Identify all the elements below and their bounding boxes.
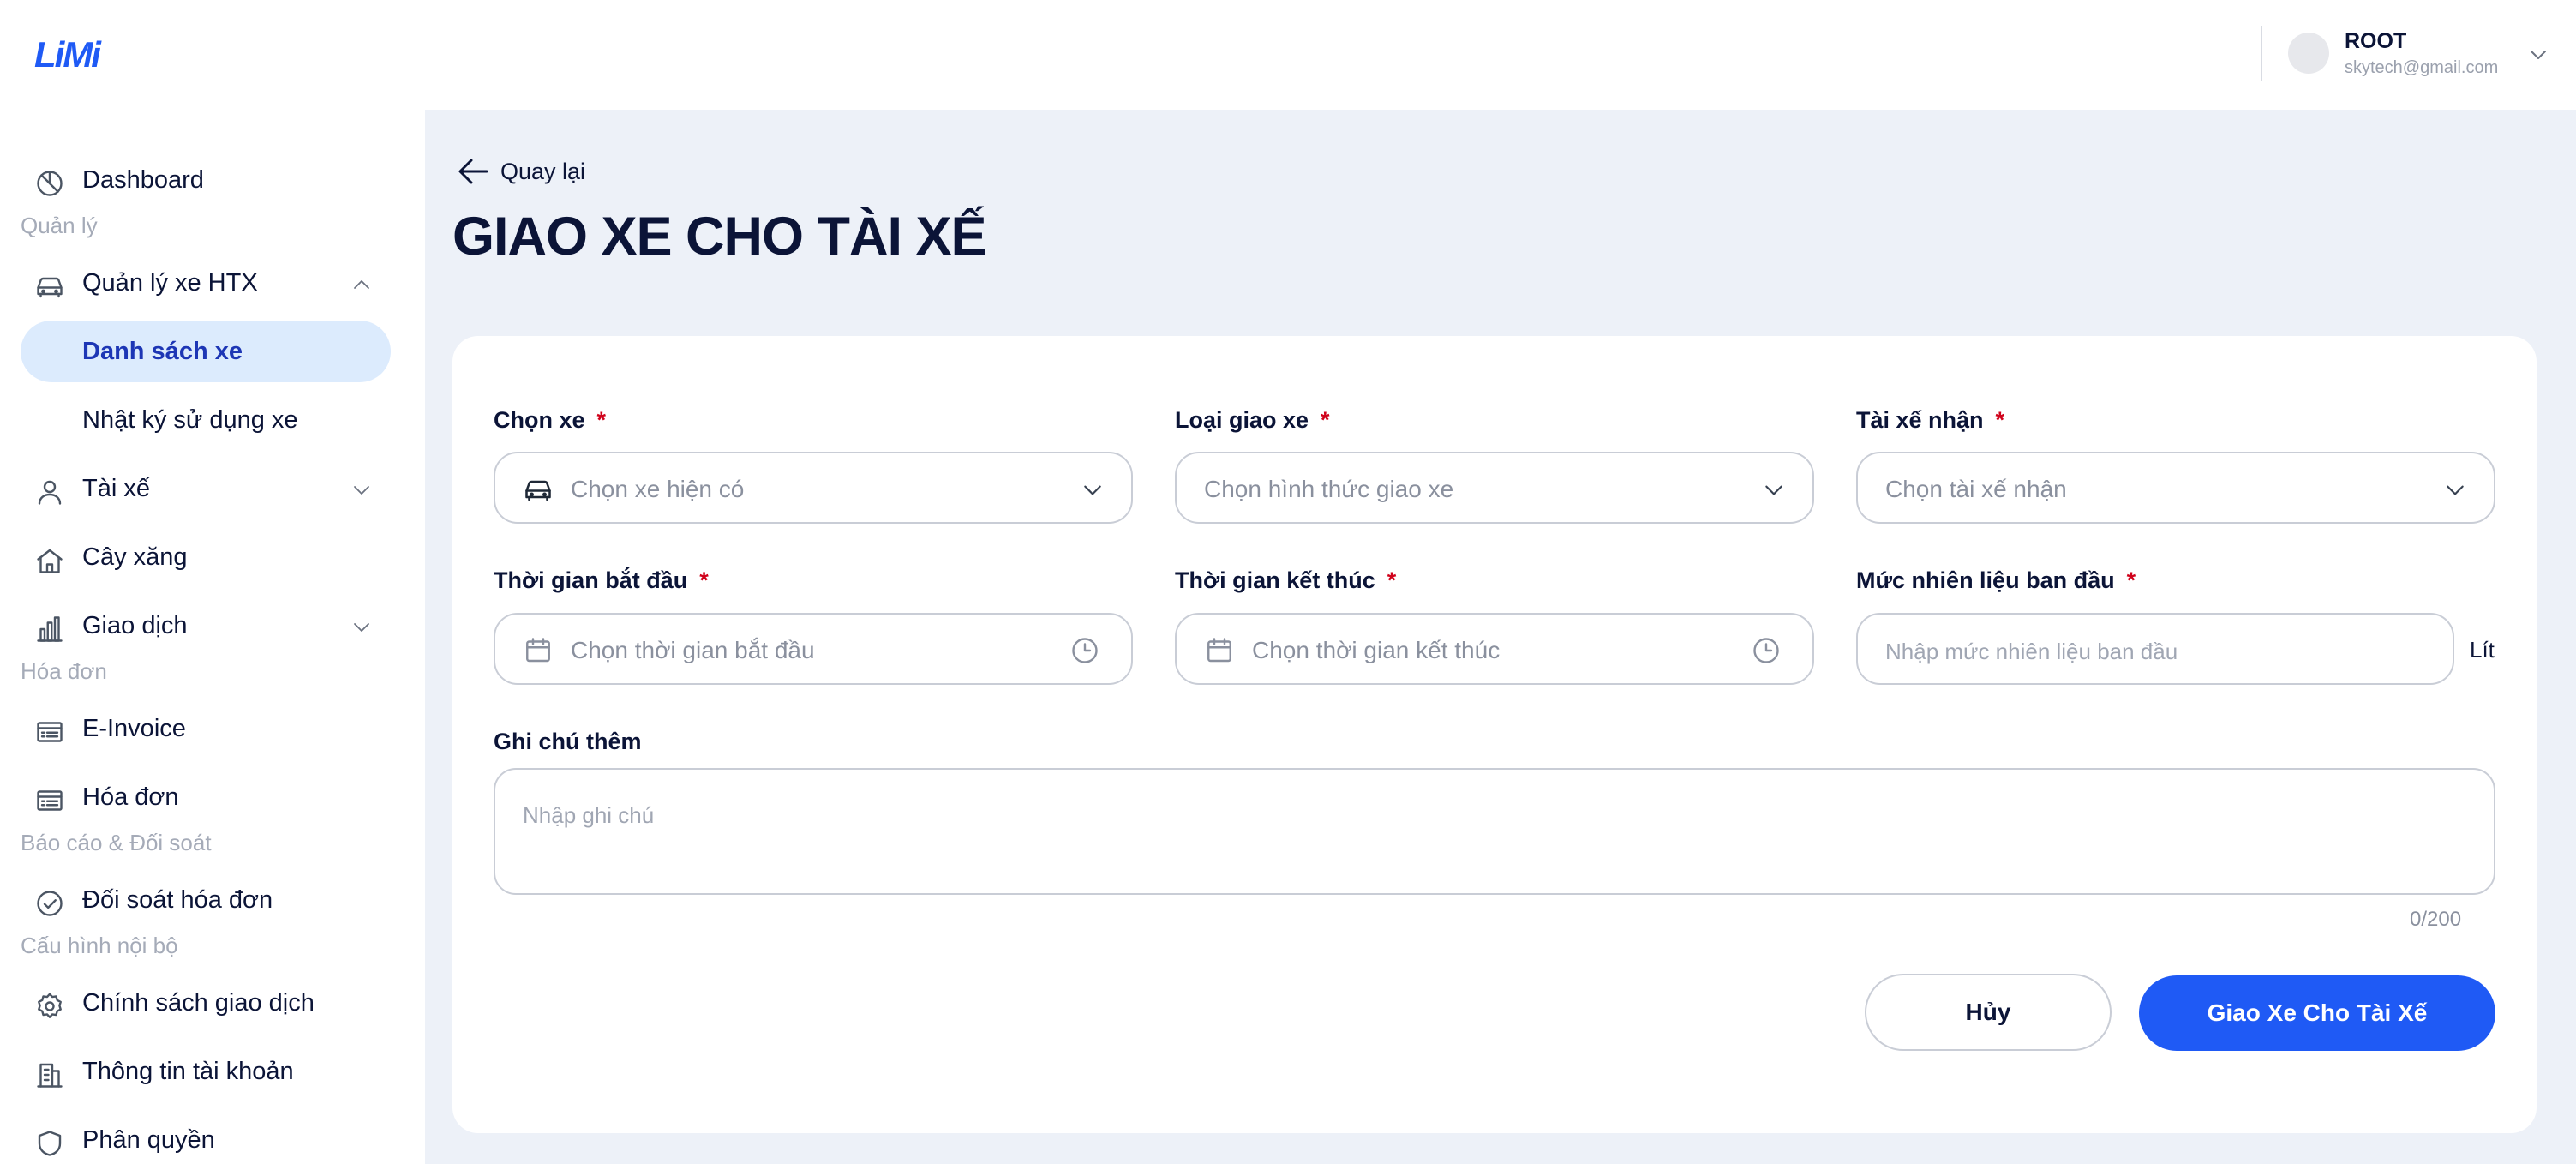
clock-icon[interactable] bbox=[1751, 635, 1782, 666]
top-header: LiMi ROOT skytech@gmail.com bbox=[0, 0, 2576, 110]
sidebar-item-account-info[interactable]: Thông tin tài khoản bbox=[21, 1041, 391, 1102]
bar-chart-icon bbox=[37, 616, 63, 642]
sidebar-item-drivers[interactable]: Tài xế bbox=[21, 458, 391, 519]
chevron-down-icon[interactable] bbox=[2528, 45, 2549, 65]
sidebar-item-label: Nhật ký sử dụng xe bbox=[82, 405, 298, 434]
user-name: ROOT bbox=[2345, 29, 2407, 53]
app-logo[interactable]: LiMi bbox=[34, 34, 101, 75]
home-icon bbox=[37, 549, 63, 573]
sidebar: Dashboard Quản lý Quản lý xe HTX Danh sá… bbox=[0, 110, 425, 1164]
sidebar-item-gas-station[interactable]: Cây xăng bbox=[21, 526, 391, 588]
sidebar-item-label: Thông tin tài khoản bbox=[82, 1057, 294, 1085]
sidebar-item-label: Tài xế bbox=[82, 474, 150, 502]
calendar-icon bbox=[1207, 638, 1231, 663]
header-divider bbox=[2261, 26, 2262, 81]
sidebar-section-reports: Báo cáo & Đối soát bbox=[21, 830, 212, 855]
start-time-label: Thời gian bắt đầu * bbox=[494, 567, 709, 593]
car-icon bbox=[525, 480, 551, 501]
end-time-picker[interactable]: Chọn thời gian kết thúc bbox=[1175, 613, 1814, 685]
logo-text: LiMi bbox=[34, 34, 101, 75]
handover-type-select[interactable]: Chọn hình thức giao xe bbox=[1175, 452, 1814, 524]
pie-chart-icon bbox=[37, 171, 63, 196]
chevron-down-icon bbox=[2447, 485, 2464, 495]
vehicle-select-placeholder: Chọn xe hiện có bbox=[571, 476, 745, 502]
arrow-left-icon bbox=[458, 159, 488, 184]
back-label: Quay lại bbox=[500, 158, 586, 184]
vehicle-select[interactable]: Chọn xe hiện có bbox=[494, 452, 1133, 524]
driver-placeholder: Chọn tài xế nhận bbox=[1885, 476, 2067, 502]
back-link[interactable]: Quay lại bbox=[456, 156, 585, 187]
user-icon bbox=[38, 480, 62, 505]
sidebar-item-label: Chính sách giao dịch bbox=[82, 988, 315, 1017]
sidebar-section-invoices: Hóa đơn bbox=[21, 658, 107, 684]
submit-handover-button[interactable]: Giao Xe Cho Tài Xế bbox=[2139, 975, 2495, 1051]
driver-label: Tài xế nhận * bbox=[1856, 407, 2005, 433]
avatar[interactable] bbox=[2288, 33, 2329, 74]
chevron-down-icon bbox=[354, 623, 369, 632]
sidebar-item-label: Đối soát hóa đơn bbox=[82, 885, 273, 914]
handover-type-label: Loại giao xe * bbox=[1175, 407, 1330, 433]
sidebar-item-label: Hóa đơn bbox=[82, 783, 179, 811]
invoice-icon bbox=[37, 722, 63, 742]
sidebar-item-label: Phân quyền bbox=[82, 1125, 215, 1154]
note-placeholder: Nhập ghi chú bbox=[523, 802, 655, 828]
sidebar-item-label: Giao dịch bbox=[82, 611, 188, 639]
page-title: GIAO XE CHO TÀI XẾ bbox=[452, 207, 987, 267]
note-textarea[interactable]: Nhập ghi chú bbox=[494, 768, 2495, 895]
required-mark: * bbox=[1995, 407, 2005, 433]
building-icon bbox=[37, 1063, 63, 1088]
sidebar-section-management: Quản lý bbox=[21, 213, 98, 238]
sidebar-section-internal-config: Cấu hình nội bộ bbox=[21, 933, 178, 958]
chevron-down-icon bbox=[1765, 485, 1782, 495]
sidebar-item-label: Dashboard bbox=[82, 165, 204, 194]
sidebar-item-vehicle-log[interactable]: Nhật ký sử dụng xe bbox=[21, 389, 391, 451]
end-time-placeholder: Chọn thời gian kết thúc bbox=[1252, 637, 1501, 663]
sidebar-item-invoice-reconciliation[interactable]: Đối soát hóa đơn bbox=[21, 869, 391, 931]
sidebar-item-transactions[interactable]: Giao dịch bbox=[21, 595, 391, 657]
chevron-down-icon bbox=[354, 486, 369, 495]
user-email: skytech@gmail.com bbox=[2345, 58, 2499, 77]
start-time-placeholder: Chọn thời gian bắt đầu bbox=[571, 637, 815, 663]
cancel-button[interactable]: Hủy bbox=[1865, 974, 2112, 1051]
sidebar-item-e-invoice[interactable]: E-Invoice bbox=[21, 698, 391, 759]
calendar-icon bbox=[526, 638, 550, 663]
required-mark: * bbox=[596, 407, 607, 433]
sidebar-item-label: E-Invoice bbox=[82, 714, 186, 742]
sidebar-item-dashboard[interactable]: Dashboard bbox=[21, 149, 391, 211]
required-mark: * bbox=[1387, 567, 1397, 593]
sidebar-item-vehicle-list[interactable]: Danh sách xe bbox=[21, 321, 391, 382]
required-mark: * bbox=[1321, 407, 1330, 433]
vehicle-label: Chọn xe * bbox=[494, 407, 607, 433]
required-mark: * bbox=[699, 567, 709, 593]
end-time-label: Thời gian kết thúc * bbox=[1175, 567, 1397, 593]
shield-icon bbox=[38, 1131, 62, 1156]
handover-type-placeholder: Chọn hình thức giao xe bbox=[1204, 476, 1454, 502]
fuel-unit: Lít bbox=[2470, 637, 2495, 663]
clock-icon[interactable] bbox=[1069, 635, 1100, 666]
required-mark: * bbox=[2126, 567, 2136, 593]
sidebar-item-label: Cây xăng bbox=[82, 543, 188, 571]
fuel-input[interactable]: Nhập mức nhiên liệu ban đầu bbox=[1856, 613, 2454, 685]
note-label: Ghi chú thêm bbox=[494, 729, 642, 754]
fuel-input-placeholder: Nhập mức nhiên liệu ban đầu bbox=[1885, 639, 2178, 664]
sidebar-item-label: Quản lý xe HTX bbox=[82, 268, 258, 297]
driver-select[interactable]: Chọn tài xế nhận bbox=[1856, 452, 2495, 524]
chevron-down-icon bbox=[1084, 485, 1101, 495]
start-time-picker[interactable]: Chọn thời gian bắt đầu bbox=[494, 613, 1133, 685]
gear-icon bbox=[38, 993, 62, 1018]
sidebar-item-vehicle-management[interactable]: Quản lý xe HTX bbox=[21, 252, 391, 314]
car-icon bbox=[37, 277, 63, 298]
note-char-counter: 0/200 bbox=[2410, 908, 2462, 931]
sidebar-item-invoices[interactable]: Hóa đơn bbox=[21, 766, 391, 828]
sidebar-item-label: Danh sách xe bbox=[82, 337, 243, 365]
invoice-icon bbox=[37, 790, 63, 811]
chevron-up-icon bbox=[354, 280, 369, 289]
sidebar-item-transaction-policy[interactable]: Chính sách giao dịch bbox=[21, 972, 391, 1034]
check-circle-icon bbox=[37, 891, 63, 916]
fuel-label: Mức nhiên liệu ban đầu * bbox=[1856, 567, 2136, 593]
sidebar-item-permissions[interactable]: Phân quyền bbox=[21, 1109, 391, 1164]
